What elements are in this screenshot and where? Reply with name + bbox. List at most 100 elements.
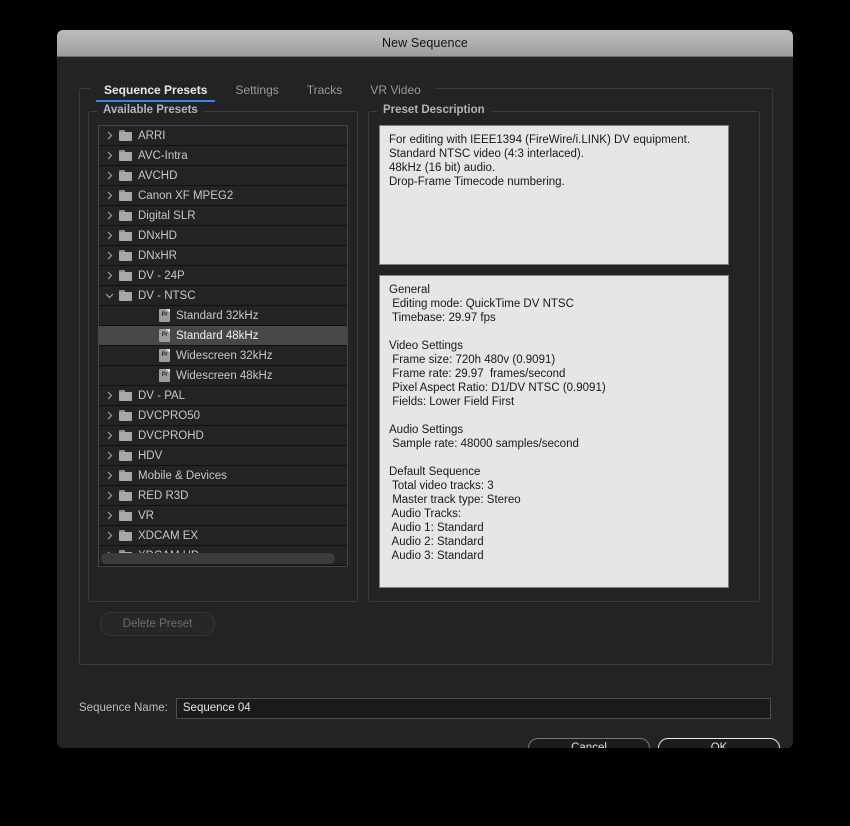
tree-row[interactable]: Pr Widescreen 48kHz <box>99 366 347 386</box>
folder-icon <box>119 150 132 161</box>
description-detail-line <box>389 451 719 465</box>
tree-row-label: AVCHD <box>138 169 178 182</box>
tree-row[interactable]: HDV <box>99 446 347 466</box>
tree-row[interactable]: DNxHD <box>99 226 347 246</box>
cancel-button[interactable]: Cancel <box>528 738 650 748</box>
preset-description-summary: For editing with IEEE1394 (FireWire/i.LI… <box>379 125 729 265</box>
chevron-right-icon[interactable] <box>99 131 119 140</box>
tree-row[interactable]: RED R3D <box>99 486 347 506</box>
dialog-titlebar: New Sequence <box>57 30 793 57</box>
description-detail-line: Audio 1: Standard <box>389 522 484 534</box>
chevron-right-icon[interactable] <box>99 491 119 500</box>
tree-row-label: Standard 48kHz <box>176 329 259 342</box>
premiere-preset-icon: Pr <box>159 369 170 382</box>
tree-row[interactable]: Digital SLR <box>99 206 347 226</box>
tree-row-label: Standard 32kHz <box>176 309 259 322</box>
chevron-down-icon[interactable] <box>99 291 119 300</box>
tree-row[interactable]: DV - PAL <box>99 386 347 406</box>
tree-row-label: DNxHD <box>138 229 177 242</box>
description-detail-line: Timebase: 29.97 fps <box>389 312 496 324</box>
ok-button[interactable]: OK <box>658 738 780 748</box>
sequence-name-row: Sequence Name: <box>79 697 771 719</box>
preset-description-group: Preset Description For editing with IEEE… <box>368 104 760 602</box>
tree-row[interactable]: AVCHD <box>99 166 347 186</box>
tree-row[interactable]: DVCPRO50 <box>99 406 347 426</box>
tree-row-label: RED R3D <box>138 489 189 502</box>
preset-tree-hscrollbar[interactable] <box>101 553 345 564</box>
chevron-right-icon[interactable] <box>99 151 119 160</box>
tree-row[interactable]: Pr Standard 32kHz <box>99 306 347 326</box>
description-detail-line: Audio 2: Standard <box>389 536 484 548</box>
chevron-right-icon[interactable] <box>99 471 119 480</box>
tab-settings[interactable]: Settings <box>221 83 293 102</box>
chevron-right-icon[interactable] <box>99 531 119 540</box>
description-detail-line: Editing mode: QuickTime DV NTSC <box>389 298 574 310</box>
chevron-right-icon[interactable] <box>99 391 119 400</box>
tree-row[interactable]: XDCAM HD422 <box>99 566 347 567</box>
tree-row-label: DVCPROHD <box>138 429 204 442</box>
tree-row-label: DNxHR <box>138 249 177 262</box>
tab-vr-video[interactable]: VR Video <box>356 83 435 102</box>
tab-sequence-presets[interactable]: Sequence Presets <box>90 83 222 102</box>
chevron-right-icon[interactable] <box>99 171 119 180</box>
chevron-right-icon[interactable] <box>99 511 119 520</box>
chevron-right-icon[interactable] <box>99 251 119 260</box>
chevron-right-icon[interactable] <box>99 231 119 240</box>
preset-tree[interactable]: ARRI AVC-Intra AVCHD Canon XF MPEG2 Digital … <box>98 125 348 567</box>
folder-icon <box>119 490 132 501</box>
chevron-right-icon[interactable] <box>99 411 119 420</box>
tree-row[interactable]: VR <box>99 506 347 526</box>
tree-row[interactable]: XDCAM EX <box>99 526 347 546</box>
tree-row[interactable]: DVCPROHD <box>99 426 347 446</box>
premiere-preset-icon-label: Pr <box>161 332 168 338</box>
tree-row[interactable]: DV - NTSC <box>99 286 347 306</box>
dialog-body: Sequence Presets Settings Tracks VR Video A… <box>57 57 793 748</box>
description-detail-line: Total video tracks: 3 <box>389 480 494 492</box>
description-detail-line: Frame size: 720h 480v (0.9091) <box>389 354 556 366</box>
tree-row-label: VR <box>138 509 154 522</box>
folder-icon <box>119 530 132 541</box>
dialog-title: New Sequence <box>382 36 468 50</box>
description-detail-line: General <box>389 284 430 296</box>
tree-row[interactable]: AVC-Intra <box>99 146 347 166</box>
tree-row-label: DV - PAL <box>138 389 186 402</box>
tree-row-label: DVCPRO50 <box>138 409 200 422</box>
description-detail-line: Audio Settings <box>389 424 464 436</box>
delete-preset-button[interactable]: Delete Preset <box>100 612 215 636</box>
chevron-right-icon[interactable] <box>99 191 119 200</box>
preset-description-details: General Editing mode: QuickTime DV NTSC … <box>379 275 729 588</box>
description-detail-line: Fields: Lower Field First <box>389 396 515 408</box>
tree-row[interactable]: Canon XF MPEG2 <box>99 186 347 206</box>
premiere-preset-icon-label: Pr <box>161 352 168 358</box>
description-detail-line: Frame rate: 29.97 frames/second <box>389 368 566 380</box>
folder-icon <box>119 390 132 401</box>
chevron-right-icon[interactable] <box>99 451 119 460</box>
sequence-name-input[interactable] <box>175 697 771 719</box>
tree-row[interactable]: Pr Standard 48kHz <box>99 326 347 346</box>
chevron-right-icon[interactable] <box>99 431 119 440</box>
tree-row[interactable]: ARRI <box>99 126 347 146</box>
available-presets-label: Available Presets <box>97 104 204 116</box>
description-detail-line <box>389 325 719 339</box>
tree-row[interactable]: DV - 24P <box>99 266 347 286</box>
available-presets-group: Available Presets ARRI AVC-Intra AVCHD Cano… <box>88 104 358 602</box>
tree-row[interactable]: Mobile & Devices <box>99 466 347 486</box>
description-detail-line: Pixel Aspect Ratio: D1/DV NTSC (0.9091) <box>389 382 606 394</box>
tab-tracks[interactable]: Tracks <box>292 83 357 102</box>
description-detail-line: Sample rate: 48000 samples/second <box>389 438 579 450</box>
description-summary-line: For editing with IEEE1394 (FireWire/i.LI… <box>389 134 691 146</box>
tree-row[interactable]: DNxHR <box>99 246 347 266</box>
folder-icon <box>119 210 132 221</box>
chevron-right-icon[interactable] <box>99 271 119 280</box>
chevron-right-icon[interactable] <box>99 211 119 220</box>
folder-icon <box>119 470 132 481</box>
description-detail-line: Audio 3: Standard <box>389 550 484 562</box>
description-summary-line: 48kHz (16 bit) audio. <box>389 162 496 174</box>
tree-row[interactable]: Pr Widescreen 32kHz <box>99 346 347 366</box>
description-detail-line: Video Settings <box>389 340 463 352</box>
tree-row-label: Canon XF MPEG2 <box>138 189 234 202</box>
folder-icon <box>119 170 132 181</box>
preset-tree-hscroll-thumb[interactable] <box>101 553 336 564</box>
tree-row-label: DV - NTSC <box>138 289 196 302</box>
tree-row-label: Digital SLR <box>138 209 196 222</box>
